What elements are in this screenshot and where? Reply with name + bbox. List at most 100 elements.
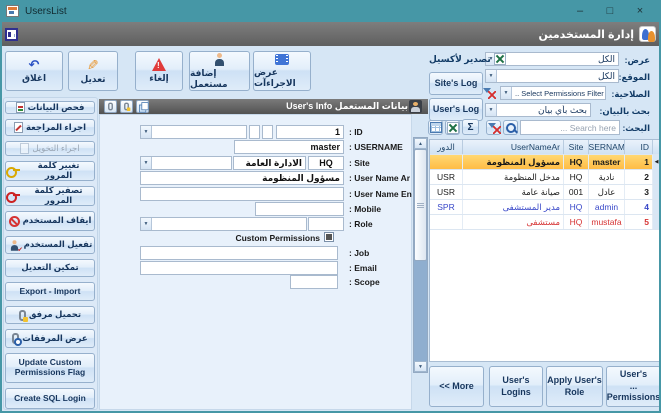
col-id[interactable]: ID [625,140,653,154]
close-form-label: اغلاق [21,73,47,83]
scrollbar-thumb[interactable] [414,149,427,261]
sidebar-item-authorize: اجراء التخويل [5,141,95,156]
col-username[interactable]: USERNAME [589,140,625,154]
show-procedures-button[interactable]: عرض الاجراءآت [253,51,311,91]
scope-field[interactable] [290,275,338,289]
add-user-label: إضافة مستعمل [190,67,228,89]
id-field[interactable]: 1 [276,125,344,139]
permission-filter-combo[interactable]: ▼ .. Select Permissions Filter [500,86,606,100]
users-permissions-button[interactable]: User's ... Permissions [606,366,659,407]
table-row[interactable]: SPR مدير المستشفى HQ admin 4 [430,200,659,215]
users-logins-button[interactable]: User's Logins [489,366,543,407]
users-icon [639,26,656,42]
site-code-field[interactable]: HQ [308,156,344,170]
cell-role: USR [430,185,463,199]
chevron-down-icon[interactable]: ▼ [486,104,497,116]
edit-button[interactable]: ✎ تعديل [68,51,118,91]
close-icon[interactable]: × [625,0,655,22]
cell-username: mustafa [589,215,625,229]
sidebar-item-export-import[interactable]: Export - Import [5,282,95,301]
cell-site: HQ [564,200,589,214]
chevron-down-icon[interactable]: ▼ [141,157,152,169]
table-row[interactable]: مسؤول المنظومة HQ master 1 ◀ [430,155,659,170]
cell-username-ar: مسؤول المنظومة [463,155,564,169]
table-header-row[interactable]: الدور UserNameAr Site USERNAME ID [430,140,659,155]
sidebar-item-change-password[interactable]: تغيير كلمة المرور [5,160,95,181]
col-role[interactable]: الدور [430,140,463,154]
sites-log-button[interactable]: Site's Log [429,72,483,95]
role-combo[interactable]: ▼ [140,217,307,231]
table-row[interactable]: USR مدخل المنظومة HQ نادية 2 [430,170,659,185]
search-input[interactable] [520,120,620,135]
site-filter-combo[interactable]: ▼ الكل [485,69,619,83]
cell-role [430,215,463,229]
app-window: UsersList – □ × إدارة المستخدمين ↶ اغلاق… [0,0,661,413]
scroll-down-icon[interactable]: ▼ [414,361,427,372]
table-row[interactable]: مستشفى HQ mustafa 5 [430,215,659,230]
search-by-combo[interactable]: ▼ بحث بأي بيان [485,103,591,117]
table-icon [429,122,442,133]
name-en-label: : User Name En [349,189,412,199]
name-ar-field[interactable]: مسؤول المنظومة [140,171,344,185]
sidebar-item-suspend-user[interactable]: ايقاف المستخدم [5,211,95,231]
col-username-ar[interactable]: UserNameAr [463,140,564,154]
scroll-up-icon[interactable]: ▲ [414,138,427,149]
role-code-field[interactable] [308,217,344,231]
sidebar-item-create-sql-login[interactable]: Create SQL Login [5,388,95,409]
attach-add-icon[interactable] [120,100,133,113]
more-button[interactable]: << More [429,366,484,407]
excel-icon [446,121,459,134]
column-chooser-button[interactable] [428,120,443,135]
clear-permission-filter-icon[interactable] [482,87,496,99]
sidebar-item-check-data[interactable]: فحص البيانات [5,101,95,114]
sidebar-item-reset-password[interactable]: تصفير كلمة المرور [5,185,95,206]
job-field[interactable] [140,246,338,260]
add-user-button[interactable]: إضافة مستعمل [189,51,250,91]
inspect-data-icon [15,102,25,113]
row-indicator-icon: ◀ [653,155,659,169]
sidebar-item-enable-edit[interactable]: تمكين التعديل [5,259,95,277]
username-field[interactable]: master [234,140,344,154]
cancel-button[interactable]: إلغاء [135,51,183,91]
id-aux-field-2[interactable] [249,125,260,139]
id-aux-field-1[interactable] [262,125,273,139]
sidebar-item-audit[interactable]: اجراء المراجعة [5,119,95,136]
email-field[interactable] [140,261,338,275]
minimize-button[interactable]: – [565,0,595,22]
vertical-scrollbar[interactable]: ▲ ▼ [413,137,428,373]
name-en-field[interactable] [140,187,344,201]
table-row[interactable]: USR صيانة عامة 001 عادل 3 [430,185,659,200]
mobile-field[interactable] [255,202,344,216]
export-grid-excel-button[interactable] [445,120,460,135]
cell-site: 001 [564,185,589,199]
chevron-down-icon[interactable]: ▼ [501,87,512,99]
custom-permissions-checkbox[interactable] [324,232,334,242]
col-site[interactable]: Site [564,140,589,154]
clear-search-filter-button[interactable] [486,120,501,135]
sigma-button[interactable]: Σ [462,119,479,135]
paperclip-icon[interactable] [104,100,117,113]
close-form-button[interactable]: ↶ اغلاق [5,51,63,91]
cell-id: 2 [625,170,653,184]
site-name-field[interactable]: الادارة العامة [233,156,306,170]
sidebar-item-activate-user[interactable]: ✔ تفعيل المستخدم [5,236,95,254]
site-combo[interactable]: ▼ [140,156,232,170]
chevron-down-icon[interactable]: ▼ [141,218,152,230]
sidebar-item-upload-attachment[interactable]: تحميل مرفق [5,306,95,324]
chevron-down-icon[interactable]: ▼ [141,126,152,138]
copy-icon[interactable] [136,100,149,113]
maximize-button[interactable]: □ [595,0,625,22]
chevron-down-icon[interactable]: ▼ [486,70,497,82]
search-grid-button[interactable] [503,120,518,135]
sidebar-item-view-attachments[interactable]: عرض المرفقات [5,329,95,348]
users-log-button[interactable]: User's Log [429,98,483,121]
cell-username-ar: مدير المستشفى [463,200,564,214]
id-combo[interactable]: ▼ [140,125,247,139]
mobile-label: : Mobile [349,204,382,214]
sidebar-item-label: تفعيل المستخدم [23,239,93,250]
apply-users-role-button[interactable]: Apply User's Role [546,366,603,407]
cell-username-ar: مدخل المنظومة [463,170,564,184]
titlebar[interactable]: UsersList – □ × [2,0,659,22]
export-excel-button[interactable]: تصدير لأكسيل [429,53,506,65]
sidebar-item-update-permissions-flag[interactable]: Update Custom Permissions Flag [5,353,95,383]
